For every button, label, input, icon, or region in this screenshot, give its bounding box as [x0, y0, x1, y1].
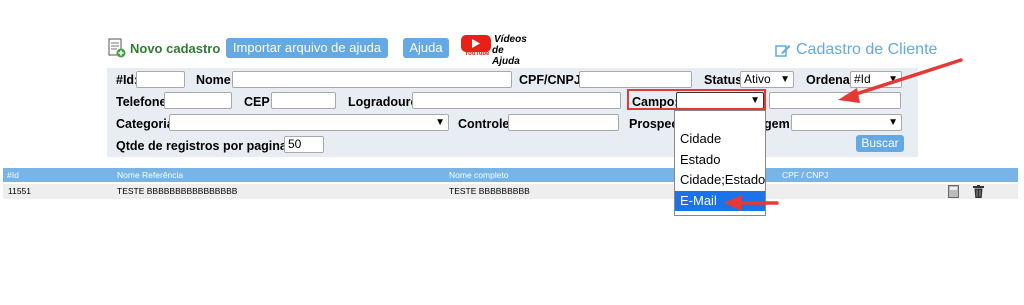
red-arrow-to-email-icon	[724, 195, 779, 211]
annotation-arrows	[724, 58, 963, 211]
red-arrow-to-campo-icon	[838, 58, 963, 103]
